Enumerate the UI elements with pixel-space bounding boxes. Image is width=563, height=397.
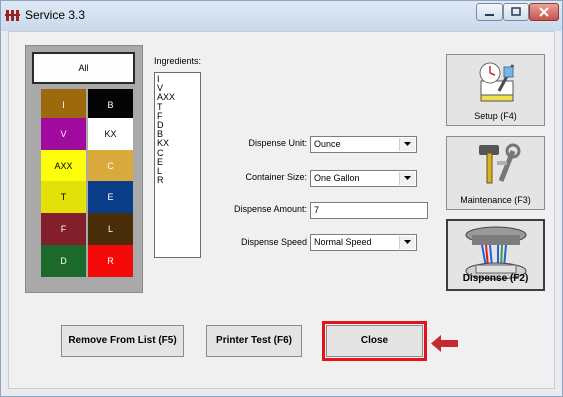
container-size-value: One Gallon xyxy=(314,173,360,183)
printer-test-button[interactable]: Printer Test (F6) xyxy=(206,325,302,357)
swatch-axx[interactable]: AXX xyxy=(41,150,86,182)
maintenance-label: Maintenance (F3) xyxy=(460,195,531,205)
title-bar: Service 3.3 xyxy=(1,1,562,31)
container-size-select[interactable]: One Gallon xyxy=(310,170,417,187)
minimize-button[interactable] xyxy=(476,3,503,21)
maximize-icon xyxy=(511,7,521,16)
close-window-button[interactable] xyxy=(529,3,559,21)
swatch-l[interactable]: L xyxy=(88,213,133,245)
setup-icon xyxy=(479,62,515,102)
dropdown-arrow[interactable] xyxy=(399,172,415,185)
swatch-c[interactable]: C xyxy=(88,150,133,182)
dispense-label: Dispense (F2) xyxy=(462,273,529,284)
chevron-down-icon xyxy=(404,142,411,146)
ingredients-list[interactable]: I V AXX T F D B KX C E L R xyxy=(154,72,201,258)
ingredient-item[interactable]: T xyxy=(157,102,200,112)
swatch-r[interactable]: R xyxy=(88,245,133,277)
chevron-down-icon xyxy=(404,240,411,244)
ingredient-item[interactable]: I xyxy=(157,74,200,84)
remove-from-list-button[interactable]: Remove From List (F5) xyxy=(61,325,184,357)
setup-button[interactable]: Setup (F4) xyxy=(446,54,545,126)
dispense-speed-label: Dispense Speed xyxy=(240,237,307,247)
dispense-amount-input[interactable]: 7 xyxy=(310,202,428,219)
window-title: Service 3.3 xyxy=(25,8,86,22)
chevron-down-icon xyxy=(404,176,411,180)
minimize-icon xyxy=(485,14,494,16)
dispense-button[interactable]: Dispense (F2) xyxy=(446,219,545,291)
swatch-f[interactable]: F xyxy=(41,213,86,245)
maximize-button[interactable] xyxy=(503,3,529,21)
swatch-i[interactable]: I xyxy=(41,89,86,121)
app-window: Service 3.3 All I B V KX AXX C T E F L D… xyxy=(0,0,563,397)
swatch-d[interactable]: D xyxy=(41,245,86,277)
ingredient-item[interactable]: D xyxy=(157,120,200,130)
ingredient-item[interactable]: R xyxy=(157,175,200,185)
swatch-kx[interactable]: KX xyxy=(88,118,133,150)
ingredient-item[interactable]: AXX xyxy=(157,93,200,102)
swatch-t[interactable]: T xyxy=(41,181,86,213)
dispense-unit-label: Dispense Unit: xyxy=(248,138,307,148)
arrow-left-icon xyxy=(431,335,458,352)
ingredient-item[interactable]: C xyxy=(157,148,200,158)
swatch-b[interactable]: B xyxy=(88,89,133,121)
close-highlight-box xyxy=(322,321,427,361)
dropdown-arrow[interactable] xyxy=(399,138,415,151)
tools-icon xyxy=(479,143,521,184)
dispense-unit-select[interactable]: Ounce xyxy=(310,136,417,153)
dispense-amount-label: Dispense Amount: xyxy=(233,204,307,214)
maintenance-button[interactable]: Maintenance (F3) xyxy=(446,136,545,210)
swatch-v[interactable]: V xyxy=(41,118,86,150)
close-icon xyxy=(539,7,549,17)
swatch-e[interactable]: E xyxy=(88,181,133,213)
app-icon xyxy=(5,10,20,21)
setup-label: Setup (F4) xyxy=(474,111,517,121)
dispense-speed-select[interactable]: Normal Speed xyxy=(310,234,417,251)
ingredient-item[interactable]: E xyxy=(157,157,200,167)
ingredients-label: Ingredients: xyxy=(154,56,202,66)
dispense-unit-value: Ounce xyxy=(314,139,341,149)
container-size-label: Container Size: xyxy=(245,172,307,182)
dropdown-arrow[interactable] xyxy=(399,236,415,249)
all-colors-button[interactable]: All xyxy=(32,52,135,84)
dispense-speed-value: Normal Speed xyxy=(314,237,372,247)
